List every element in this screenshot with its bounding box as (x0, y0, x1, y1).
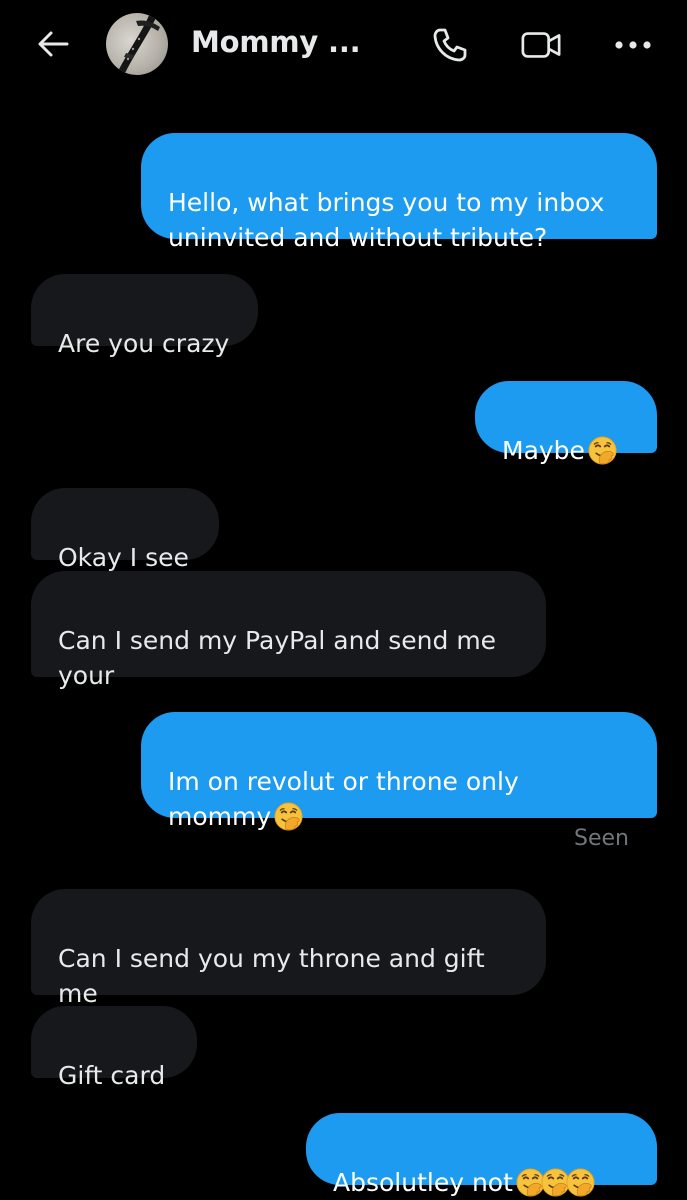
message-text: Maybe (502, 436, 585, 465)
message-bubble-sent[interactable]: Maybe (475, 381, 657, 465)
message-text: Can I send you my throne and gift me (58, 944, 485, 1008)
read-receipt: Seen (574, 826, 629, 851)
message-bubble-received[interactable]: Are you crazy (31, 274, 258, 358)
message-bubble-sent[interactable]: Im on revolut or throne only mommy (141, 712, 657, 831)
call-button[interactable] (429, 24, 471, 66)
phone-icon (433, 28, 467, 62)
avatar-image (116, 13, 160, 75)
more-options-button[interactable] (612, 24, 654, 66)
message-text: Hello, what brings you to my inbox uninv… (168, 188, 605, 252)
message-bubble-received[interactable]: Can I send you my throne and gift me (31, 889, 546, 1008)
avatar[interactable] (106, 13, 168, 75)
video-camera-icon (521, 32, 561, 58)
message-bubble-sent[interactable]: Hello, what brings you to my inbox uninv… (141, 133, 657, 252)
message-text: Are you crazy (58, 329, 230, 358)
more-dots-icon (615, 41, 651, 49)
message-bubble-received[interactable]: Gift card (31, 1006, 197, 1090)
message-text: Absolutley not (333, 1168, 513, 1197)
face-with-hand-over-mouth-icon (566, 1168, 595, 1197)
message-bubble-received[interactable]: Okay I see (31, 488, 219, 572)
message-text: Gift card (58, 1061, 166, 1090)
video-call-button[interactable] (520, 24, 562, 66)
message-text: Can I send my PayPal and send me your (58, 626, 497, 690)
conversation-header: Mommy ... (0, 0, 687, 90)
back-button[interactable] (34, 26, 72, 62)
face-with-hand-over-mouth-icon (274, 802, 303, 831)
message-text: Im on revolut or throne only mommy (168, 767, 519, 831)
conversation-title[interactable]: Mommy ... (191, 25, 361, 59)
face-with-hand-over-mouth-icon (588, 436, 617, 465)
arrow-left-icon (38, 31, 69, 57)
message-bubble-received[interactable]: Can I send my PayPal and send me your (31, 571, 546, 690)
message-text: Okay I see (58, 543, 189, 572)
message-bubble-sent[interactable]: Absolutley not (306, 1113, 657, 1197)
